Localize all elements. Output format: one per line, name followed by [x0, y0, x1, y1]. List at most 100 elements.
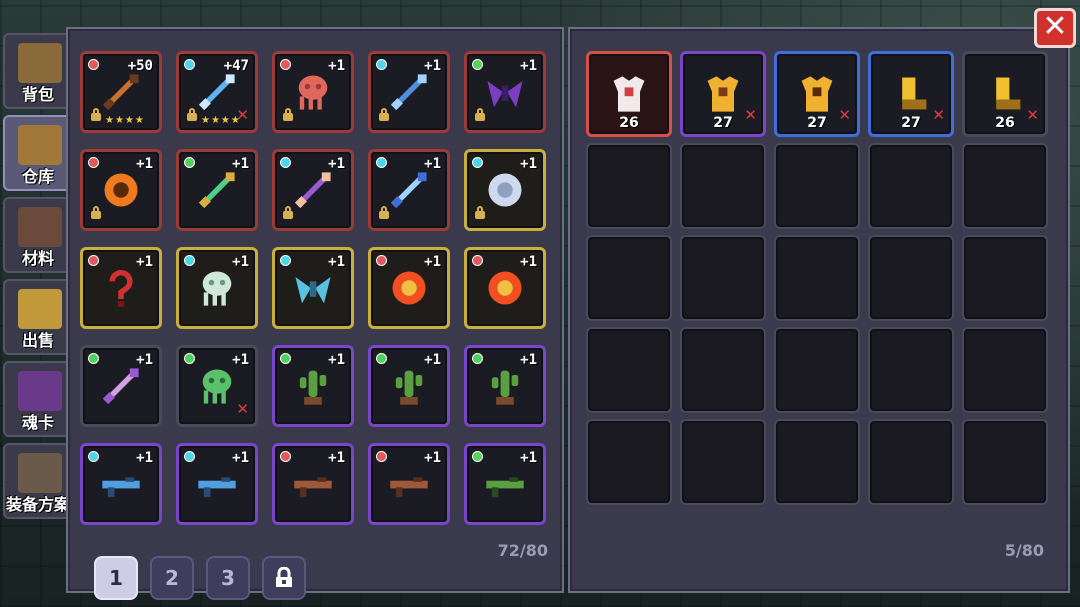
lock-icon	[283, 108, 293, 121]
ice-staff-icon	[390, 172, 427, 209]
storage-slot[interactable]: +1	[272, 149, 354, 231]
storage-slot[interactable]: +50 ★★★★	[80, 51, 162, 133]
equipment-slot[interactable]: 27 ✕	[680, 51, 766, 137]
storage-count: 72/80	[497, 541, 548, 560]
gem-icon	[281, 60, 290, 69]
gold-boots-icon	[902, 77, 927, 110]
storage-slot[interactable]: +1	[272, 247, 354, 329]
lock-icon	[187, 108, 197, 121]
equipment-slot[interactable]: 26 ✕	[962, 51, 1048, 137]
tab-chest[interactable]: 仓库	[3, 115, 73, 191]
cactus-icon	[491, 370, 519, 405]
storage-slot[interactable]: +1	[176, 247, 258, 329]
empty-slot[interactable]	[680, 235, 766, 321]
tab-materials[interactable]: 材料	[3, 197, 73, 273]
equipment-slot[interactable]: 26	[586, 51, 672, 137]
lock-icon	[283, 206, 293, 219]
storage-slot[interactable]: +1	[176, 149, 258, 231]
gem-icon	[89, 452, 98, 461]
tab-soul-card[interactable]: 魂卡	[3, 361, 73, 437]
page-button-2[interactable]: 2	[150, 556, 194, 600]
sun-orb-icon	[488, 271, 522, 305]
pumpkin-icon	[104, 173, 138, 207]
lock-icon	[379, 206, 389, 219]
tab-coins[interactable]: 出售	[3, 279, 73, 355]
brown-gun-icon	[294, 477, 332, 498]
empty-slot[interactable]	[586, 419, 672, 505]
close-button[interactable]: ✕	[1034, 8, 1076, 48]
empty-slot[interactable]	[868, 143, 954, 229]
gem-icon	[377, 256, 386, 265]
empty-slot[interactable]	[962, 327, 1048, 413]
empty-slot[interactable]	[774, 235, 860, 321]
remove-icon[interactable]: ✕	[744, 106, 757, 124]
soul-card-icon	[18, 371, 62, 411]
empty-slot[interactable]	[962, 235, 1048, 321]
empty-slot[interactable]	[586, 235, 672, 321]
green-gun-icon	[486, 477, 524, 498]
storage-slot[interactable]: +1	[80, 149, 162, 231]
tab-label: 装备方案	[5, 495, 70, 514]
remove-icon[interactable]: ✕	[236, 106, 249, 124]
brown-gun-icon	[390, 477, 428, 498]
empty-slot[interactable]	[868, 419, 954, 505]
gem-icon	[281, 158, 290, 167]
gem-icon	[89, 60, 98, 69]
locked-page-button[interactable]	[262, 556, 306, 600]
gem-icon	[377, 60, 386, 69]
storage-slot[interactable]: +1	[80, 247, 162, 329]
empty-slot[interactable]	[680, 143, 766, 229]
storage-slot[interactable]: +1	[272, 51, 354, 133]
equipment-count: 5/80	[1004, 541, 1044, 560]
equipment-slot[interactable]: 27 ✕	[774, 51, 860, 137]
empty-slot[interactable]	[774, 143, 860, 229]
flame-blade-icon	[102, 74, 139, 111]
equipment-panel: 26 27 ✕ 27 ✕ 27 ✕ 26 ✕ 5/80	[568, 27, 1070, 593]
storage-slot[interactable]: +1	[464, 149, 546, 231]
padlock-icon	[276, 566, 292, 587]
equipment-slot[interactable]: 27 ✕	[868, 51, 954, 137]
octopus-icon	[298, 75, 328, 110]
page-button-1[interactable]: 1	[94, 556, 138, 600]
gem-icon	[89, 158, 98, 167]
remove-icon[interactable]: ✕	[1026, 106, 1039, 124]
remove-icon[interactable]: ✕	[838, 106, 851, 124]
remove-icon[interactable]: ✕	[932, 106, 945, 124]
storage-slot[interactable]: +1	[464, 345, 546, 427]
storage-slot[interactable]: +1	[176, 443, 258, 525]
empty-slot[interactable]	[680, 327, 766, 413]
page-button-3[interactable]: 3	[206, 556, 250, 600]
empty-slot[interactable]	[962, 143, 1048, 229]
remove-icon[interactable]: ✕	[236, 400, 249, 418]
bat-wings-icon	[487, 81, 523, 108]
storage-slot[interactable]: +1	[368, 247, 450, 329]
empty-slot[interactable]	[868, 235, 954, 321]
storage-slot[interactable]: +1	[368, 149, 450, 231]
empty-slot[interactable]	[868, 327, 954, 413]
scythe-icon	[102, 368, 139, 405]
star-rating: ★★★★	[201, 115, 241, 126]
backpack-icon	[18, 43, 62, 83]
storage-slot[interactable]: +1	[464, 443, 546, 525]
storage-slot[interactable]: +1	[368, 443, 450, 525]
empty-slot[interactable]	[774, 419, 860, 505]
tab-backpack[interactable]: 背包	[3, 33, 73, 109]
empty-slot[interactable]	[962, 419, 1048, 505]
storage-slot[interactable]: +1	[80, 345, 162, 427]
empty-slot[interactable]	[586, 327, 672, 413]
storage-slot[interactable]: +1	[464, 247, 546, 329]
tab-armor-set[interactable]: 装备方案	[3, 443, 73, 519]
storage-slot[interactable]: +1	[80, 443, 162, 525]
storage-slot[interactable]: +47 ★★★★ ✕	[176, 51, 258, 133]
storage-slot[interactable]: +1	[368, 345, 450, 427]
storage-slot[interactable]: +1	[368, 51, 450, 133]
storage-slot[interactable]: +1	[272, 443, 354, 525]
lock-icon	[475, 206, 485, 219]
storage-slot[interactable]: +1	[464, 51, 546, 133]
empty-slot[interactable]	[774, 327, 860, 413]
gem-icon	[185, 452, 194, 461]
empty-slot[interactable]	[586, 143, 672, 229]
storage-slot[interactable]: +1	[272, 345, 354, 427]
storage-slot[interactable]: +1 ✕	[176, 345, 258, 427]
empty-slot[interactable]	[680, 419, 766, 505]
